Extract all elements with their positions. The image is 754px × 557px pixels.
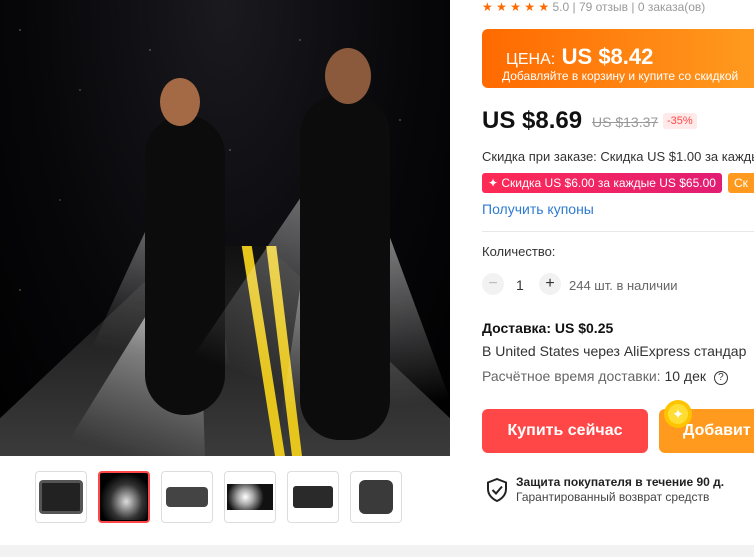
promo-price-value: US $8.42 bbox=[561, 44, 654, 69]
device-thumb-1 bbox=[39, 480, 83, 514]
get-coupons-link[interactable]: Получить купоны bbox=[482, 201, 594, 217]
runner-man-head bbox=[325, 48, 371, 104]
delivery-time-value: 10 дек bbox=[664, 368, 706, 384]
section-separator bbox=[0, 545, 754, 557]
thumbnail-4[interactable] bbox=[224, 471, 276, 523]
buyer-protection-title: Защита покупателя в течение 90 д. bbox=[516, 475, 725, 489]
runner-woman-head bbox=[160, 78, 200, 126]
current-price: US $8.69 bbox=[482, 107, 583, 134]
thumbnail-2[interactable] bbox=[98, 471, 150, 523]
sparkle-badge-icon: ✦ bbox=[664, 400, 692, 428]
thumbnail-6[interactable] bbox=[350, 471, 402, 523]
help-icon[interactable]: ? bbox=[713, 370, 728, 385]
runner-woman bbox=[145, 115, 225, 415]
delivery-time-label: Расчётное время доставки: bbox=[482, 368, 661, 384]
thumbnail-strip bbox=[35, 471, 402, 523]
promo-price: ЦЕНА: US $8.42 bbox=[506, 44, 653, 70]
shipping-method[interactable]: В United States через AliExpress стандар bbox=[482, 343, 746, 359]
quantity-value[interactable]: 1 bbox=[516, 277, 524, 293]
thumbnail-3[interactable] bbox=[161, 471, 213, 523]
stock-count: 244 шт. в наличии bbox=[569, 278, 678, 293]
light-thumb bbox=[227, 484, 273, 510]
shipping-price: Доставка: US $0.25 bbox=[482, 320, 614, 336]
quantity-label: Количество: bbox=[482, 244, 556, 259]
delivery-time: Расчётное время доставки: 10 дек ? bbox=[482, 368, 728, 385]
product-main-image[interactable] bbox=[0, 0, 450, 456]
discount-badge: -35% bbox=[663, 113, 697, 129]
order-discount-text: Скидка при заказе: Скидка US $1.00 за ка… bbox=[482, 149, 754, 164]
runners-thumb bbox=[101, 474, 147, 520]
orders-count: | 79 отзыв | 0 заказа(ов) bbox=[572, 0, 706, 14]
rating-stars: ★ ★ ★ ★ ★ bbox=[482, 0, 550, 14]
promo-price-label: ЦЕНА: bbox=[506, 51, 556, 68]
rating-value: 5.0 bbox=[552, 0, 570, 14]
buyer-protection-subtitle: Гарантированный возврат средств bbox=[516, 490, 710, 504]
band-thumb bbox=[293, 486, 333, 508]
thumbnail-1[interactable] bbox=[35, 471, 87, 523]
discount-chip-2[interactable]: Ск bbox=[728, 173, 754, 193]
runner-man bbox=[300, 95, 390, 440]
quantity-increase-button[interactable]: + bbox=[539, 273, 561, 295]
discount-chip[interactable]: ✦ Скидка US $6.00 за каждые US $65.00 bbox=[482, 173, 722, 193]
parts-thumb bbox=[359, 480, 393, 514]
thumbnail-5[interactable] bbox=[287, 471, 339, 523]
divider bbox=[482, 231, 754, 232]
quantity-decrease-button[interactable]: − bbox=[482, 273, 504, 295]
buy-now-button[interactable]: Купить сейчас bbox=[482, 409, 648, 453]
promo-price-banner: ЦЕНА: US $8.42 Добавляйте в корзину и ку… bbox=[482, 29, 754, 88]
shield-icon bbox=[486, 477, 508, 507]
rating-strip: ★ ★ ★ ★ ★ 5.0 | 79 отзыв | 0 заказа(ов) bbox=[482, 0, 705, 14]
old-price: US $13.37 bbox=[592, 114, 659, 130]
device-thumb-3 bbox=[166, 487, 208, 507]
promo-subtitle: Добавляйте в корзину и купите со скидкой bbox=[502, 69, 739, 83]
